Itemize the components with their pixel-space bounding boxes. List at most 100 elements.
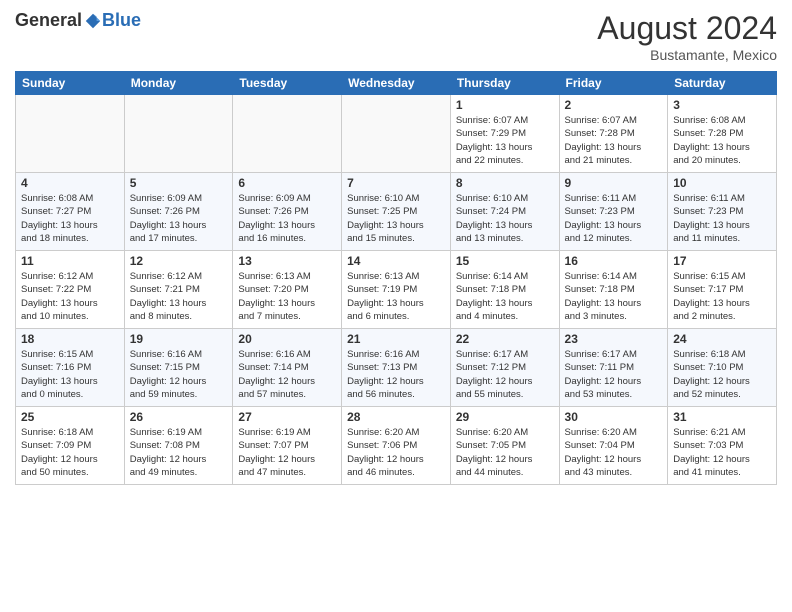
calendar-cell: 14 Sunrise: 6:13 AM Sunset: 7:19 PM Dayli… bbox=[342, 251, 451, 329]
day-info: Sunrise: 6:19 AM Sunset: 7:08 PM Dayligh… bbox=[130, 426, 228, 479]
calendar-cell: 6Sunrise: 6:09 AM Sunset: 7:26 PM Daylig… bbox=[233, 173, 342, 251]
calendar-cell: 22Sunrise: 6:17 AM Sunset: 7:12 PM Dayli… bbox=[450, 329, 559, 407]
calendar-cell: 19Sunrise: 6:16 AM Sunset: 7:15 PM Dayli… bbox=[124, 329, 233, 407]
calendar-cell: 10Sunrise: 6:11 AM Sunset: 7:23 PM Dayli… bbox=[668, 173, 777, 251]
calendar-week-4: 18Sunrise: 6:15 AM Sunset: 7:16 PM Dayli… bbox=[16, 329, 777, 407]
day-info: Sunrise: 6:08 AM Sunset: 7:28 PM Dayligh… bbox=[673, 114, 771, 167]
day-info: Sunrise: 6:20 AM Sunset: 7:06 PM Dayligh… bbox=[347, 426, 445, 479]
day-info: Sunrise: 6:11 AM Sunset: 7:23 PM Dayligh… bbox=[565, 192, 663, 245]
calendar-cell: 4 Sunrise: 6:08 AM Sunset: 7:27 PM Daylig… bbox=[16, 173, 125, 251]
calendar-cell: 26 Sunrise: 6:19 AM Sunset: 7:08 PM Dayli… bbox=[124, 407, 233, 485]
month-year: August 2024 bbox=[597, 10, 777, 47]
header-friday: Friday bbox=[559, 72, 668, 95]
day-number: 14 bbox=[347, 254, 445, 268]
day-number: 17 bbox=[673, 254, 771, 268]
day-info: Sunrise: 6:08 AM Sunset: 7:27 PM Dayligh… bbox=[21, 192, 119, 245]
calendar-week-3: 11 Sunrise: 6:12 AM Sunset: 7:22 PM Dayli… bbox=[16, 251, 777, 329]
day-number: 13 bbox=[238, 254, 336, 268]
title-block: August 2024 Bustamante, Mexico bbox=[597, 10, 777, 63]
calendar-week-1: 1 Sunrise: 6:07 AM Sunset: 7:29 PM Daylig… bbox=[16, 95, 777, 173]
header-thursday: Thursday bbox=[450, 72, 559, 95]
calendar-cell: 15Sunrise: 6:14 AM Sunset: 7:18 PM Dayli… bbox=[450, 251, 559, 329]
calendar-cell: 23 Sunrise: 6:17 AM Sunset: 7:11 PM Dayli… bbox=[559, 329, 668, 407]
day-info: Sunrise: 6:20 AM Sunset: 7:05 PM Dayligh… bbox=[456, 426, 554, 479]
day-number: 27 bbox=[238, 410, 336, 424]
day-number: 3 bbox=[673, 98, 771, 112]
header-tuesday: Tuesday bbox=[233, 72, 342, 95]
day-number: 24 bbox=[673, 332, 771, 346]
day-number: 10 bbox=[673, 176, 771, 190]
day-info: Sunrise: 6:10 AM Sunset: 7:24 PM Dayligh… bbox=[456, 192, 554, 245]
day-info: Sunrise: 6:13 AM Sunset: 7:19 PM Dayligh… bbox=[347, 270, 445, 323]
day-info: Sunrise: 6:17 AM Sunset: 7:11 PM Dayligh… bbox=[565, 348, 663, 401]
day-info: Sunrise: 6:21 AM Sunset: 7:03 PM Dayligh… bbox=[673, 426, 771, 479]
day-number: 23 bbox=[565, 332, 663, 346]
calendar-cell: 11 Sunrise: 6:12 AM Sunset: 7:22 PM Dayli… bbox=[16, 251, 125, 329]
calendar-week-5: 25 Sunrise: 6:18 AM Sunset: 7:09 PM Dayli… bbox=[16, 407, 777, 485]
calendar-cell: 8 Sunrise: 6:10 AM Sunset: 7:24 PM Daylig… bbox=[450, 173, 559, 251]
day-number: 16 bbox=[565, 254, 663, 268]
calendar-cell: 27 Sunrise: 6:19 AM Sunset: 7:07 PM Dayli… bbox=[233, 407, 342, 485]
calendar-cell: 5Sunrise: 6:09 AM Sunset: 7:26 PM Daylig… bbox=[124, 173, 233, 251]
header-saturday: Saturday bbox=[668, 72, 777, 95]
day-info: Sunrise: 6:07 AM Sunset: 7:29 PM Dayligh… bbox=[456, 114, 554, 167]
day-number: 4 bbox=[21, 176, 119, 190]
calendar-cell: 18Sunrise: 6:15 AM Sunset: 7:16 PM Dayli… bbox=[16, 329, 125, 407]
day-number: 8 bbox=[456, 176, 554, 190]
logo-icon bbox=[84, 12, 102, 30]
day-number: 20 bbox=[238, 332, 336, 346]
calendar-cell bbox=[124, 95, 233, 173]
calendar-cell: 16 Sunrise: 6:14 AM Sunset: 7:18 PM Dayli… bbox=[559, 251, 668, 329]
day-number: 18 bbox=[21, 332, 119, 346]
day-number: 29 bbox=[456, 410, 554, 424]
day-info: Sunrise: 6:13 AM Sunset: 7:20 PM Dayligh… bbox=[238, 270, 336, 323]
day-info: Sunrise: 6:07 AM Sunset: 7:28 PM Dayligh… bbox=[565, 114, 663, 167]
weekday-header-row: Sunday Monday Tuesday Wednesday Thursday… bbox=[16, 72, 777, 95]
calendar-cell bbox=[342, 95, 451, 173]
logo-blue: Blue bbox=[102, 10, 141, 31]
day-info: Sunrise: 6:20 AM Sunset: 7:04 PM Dayligh… bbox=[565, 426, 663, 479]
day-number: 21 bbox=[347, 332, 445, 346]
day-info: Sunrise: 6:18 AM Sunset: 7:10 PM Dayligh… bbox=[673, 348, 771, 401]
day-number: 31 bbox=[673, 410, 771, 424]
calendar-week-2: 4 Sunrise: 6:08 AM Sunset: 7:27 PM Daylig… bbox=[16, 173, 777, 251]
day-info: Sunrise: 6:12 AM Sunset: 7:22 PM Dayligh… bbox=[21, 270, 119, 323]
day-info: Sunrise: 6:16 AM Sunset: 7:15 PM Dayligh… bbox=[130, 348, 228, 401]
calendar-cell: 1 Sunrise: 6:07 AM Sunset: 7:29 PM Daylig… bbox=[450, 95, 559, 173]
header: General Blue August 2024 Bustamante, Mex… bbox=[15, 10, 777, 63]
calendar-cell: 24 Sunrise: 6:18 AM Sunset: 7:10 PM Dayli… bbox=[668, 329, 777, 407]
calendar-cell bbox=[16, 95, 125, 173]
header-wednesday: Wednesday bbox=[342, 72, 451, 95]
day-number: 2 bbox=[565, 98, 663, 112]
logo-text: General Blue bbox=[15, 10, 141, 31]
day-number: 6 bbox=[238, 176, 336, 190]
calendar-cell: 21Sunrise: 6:16 AM Sunset: 7:13 PM Dayli… bbox=[342, 329, 451, 407]
day-info: Sunrise: 6:16 AM Sunset: 7:14 PM Dayligh… bbox=[238, 348, 336, 401]
day-number: 30 bbox=[565, 410, 663, 424]
calendar-cell: 20 Sunrise: 6:16 AM Sunset: 7:14 PM Dayli… bbox=[233, 329, 342, 407]
location: Bustamante, Mexico bbox=[597, 47, 777, 63]
day-info: Sunrise: 6:19 AM Sunset: 7:07 PM Dayligh… bbox=[238, 426, 336, 479]
calendar-cell: 13 Sunrise: 6:13 AM Sunset: 7:20 PM Dayli… bbox=[233, 251, 342, 329]
day-info: Sunrise: 6:14 AM Sunset: 7:18 PM Dayligh… bbox=[565, 270, 663, 323]
calendar-cell: 29 Sunrise: 6:20 AM Sunset: 7:05 PM Dayli… bbox=[450, 407, 559, 485]
day-info: Sunrise: 6:09 AM Sunset: 7:26 PM Dayligh… bbox=[130, 192, 228, 245]
day-number: 22 bbox=[456, 332, 554, 346]
day-number: 1 bbox=[456, 98, 554, 112]
day-info: Sunrise: 6:10 AM Sunset: 7:25 PM Dayligh… bbox=[347, 192, 445, 245]
calendar-cell: 12Sunrise: 6:12 AM Sunset: 7:21 PM Dayli… bbox=[124, 251, 233, 329]
day-number: 7 bbox=[347, 176, 445, 190]
day-number: 11 bbox=[21, 254, 119, 268]
calendar: Sunday Monday Tuesday Wednesday Thursday… bbox=[15, 71, 777, 485]
day-number: 15 bbox=[456, 254, 554, 268]
calendar-cell: 28Sunrise: 6:20 AM Sunset: 7:06 PM Dayli… bbox=[342, 407, 451, 485]
day-info: Sunrise: 6:15 AM Sunset: 7:17 PM Dayligh… bbox=[673, 270, 771, 323]
calendar-cell: 25 Sunrise: 6:18 AM Sunset: 7:09 PM Dayli… bbox=[16, 407, 125, 485]
day-number: 12 bbox=[130, 254, 228, 268]
day-number: 26 bbox=[130, 410, 228, 424]
day-info: Sunrise: 6:18 AM Sunset: 7:09 PM Dayligh… bbox=[21, 426, 119, 479]
calendar-cell: 17 Sunrise: 6:15 AM Sunset: 7:17 PM Dayli… bbox=[668, 251, 777, 329]
day-number: 25 bbox=[21, 410, 119, 424]
page: General Blue August 2024 Bustamante, Mex… bbox=[0, 0, 792, 612]
calendar-cell: 9Sunrise: 6:11 AM Sunset: 7:23 PM Daylig… bbox=[559, 173, 668, 251]
